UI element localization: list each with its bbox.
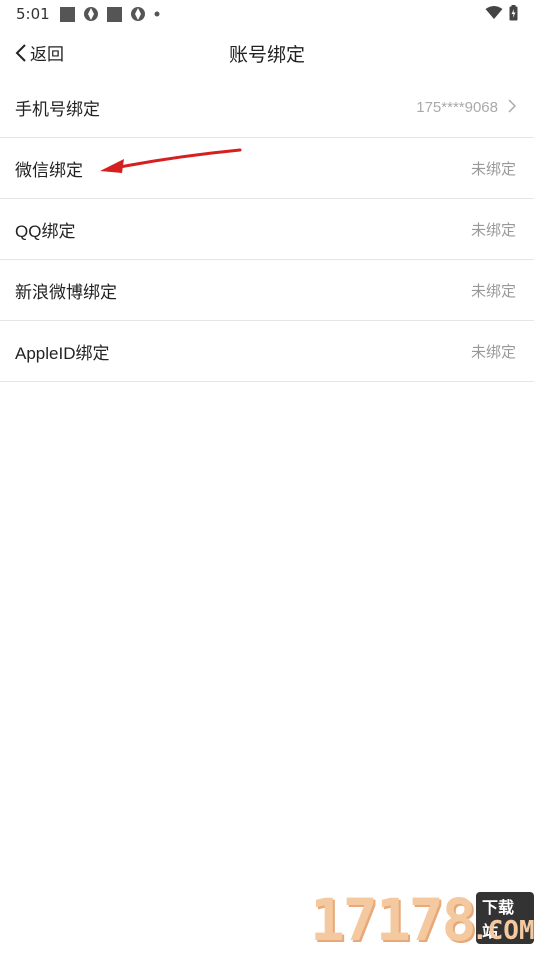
status-bar: 5:01 [0, 0, 534, 28]
binding-status: 未绑定 [470, 282, 516, 300]
binding-status: 未绑定 [470, 221, 516, 239]
chevron-right-icon [508, 99, 516, 113]
status-right [485, 5, 518, 21]
row-label: 新浪微博绑定 [15, 282, 117, 302]
annotation-arrow-icon [100, 148, 242, 173]
binding-list: 手机号绑定 175****9068 微信绑定 未绑定 QQ绑定 未绑定 新浪微博… [0, 77, 534, 382]
battery-icon [509, 5, 518, 21]
row-label: 手机号绑定 [15, 99, 100, 119]
notification-icons [60, 6, 160, 22]
row-qq-binding[interactable]: QQ绑定 未绑定 [0, 199, 534, 260]
row-label: 微信绑定 [15, 160, 83, 180]
watermark-number: 17178 [310, 886, 477, 954]
notification-dot-icon [154, 11, 160, 17]
row-appleid-binding[interactable]: AppleID绑定 未绑定 [0, 321, 534, 382]
notification-aperture-icon [84, 7, 98, 21]
row-weibo-binding[interactable]: 新浪微博绑定 未绑定 [0, 260, 534, 321]
row-phone-binding[interactable]: 手机号绑定 175****9068 [0, 77, 534, 138]
watermark-suffix: .COM [472, 916, 534, 946]
notification-aperture-icon [131, 7, 145, 21]
notification-square-icon [60, 6, 75, 22]
status-time: 5:01 [16, 5, 50, 23]
wifi-icon [485, 6, 503, 19]
watermark: 17178 下载站 .COM [310, 886, 534, 954]
notification-square-icon [107, 6, 122, 22]
row-wechat-binding[interactable]: 微信绑定 未绑定 [0, 138, 534, 199]
row-label: AppleID绑定 [15, 343, 110, 363]
phone-number-value: 175****9068 [416, 98, 498, 116]
page-title: 账号绑定 [228, 45, 305, 66]
binding-status: 未绑定 [470, 160, 516, 178]
binding-status: 未绑定 [470, 343, 516, 361]
row-label: QQ绑定 [15, 221, 76, 241]
header: 返回 账号绑定 [0, 30, 534, 76]
